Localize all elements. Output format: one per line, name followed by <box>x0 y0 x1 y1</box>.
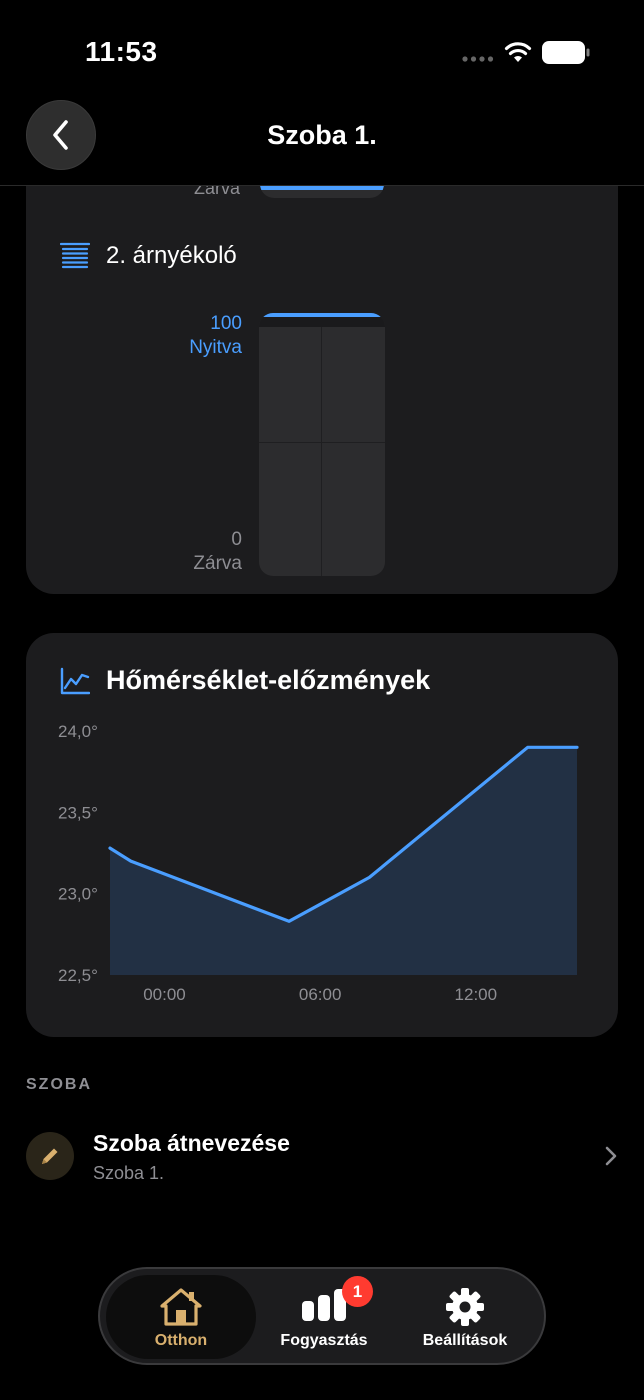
x-tick-label: 12:00 <box>455 985 498 1004</box>
pencil-icon-container <box>26 1132 74 1180</box>
tab-settings[interactable]: Beállítások <box>390 1275 540 1359</box>
temperature-chart: 24,0° 23,5° 23,0° 22,5° 00:00 06:00 12:00 <box>58 722 579 1004</box>
rename-room-row[interactable]: Szoba átnevezése Szoba 1. <box>26 1120 618 1192</box>
notification-badge: 1 <box>342 1276 373 1307</box>
page-title: Szoba 1. <box>267 120 377 150</box>
gear-icon <box>446 1288 484 1326</box>
blinds-icon <box>60 242 90 269</box>
chevron-right-icon <box>605 1146 617 1166</box>
x-tick-label: 06:00 <box>299 985 342 1004</box>
cellular-signal-icon <box>462 56 494 62</box>
y-tick-label: 23,5° <box>58 803 98 822</box>
navigation-bar: Szoba 1. <box>0 96 644 186</box>
status-bar: 11:53 <box>0 0 644 100</box>
bar-chart-icon <box>302 1289 346 1321</box>
rename-room-title: Szoba átnevezése <box>93 1130 290 1156</box>
y-tick-label: 22,5° <box>58 966 98 985</box>
shade-position-indicator[interactable] <box>259 313 385 317</box>
home-icon <box>160 1288 202 1326</box>
battery-icon <box>542 41 590 64</box>
tab-home-label: Otthon <box>154 1332 208 1349</box>
status-time: 11:53 <box>85 36 158 67</box>
shade-max-value: 100 <box>210 313 242 334</box>
shade-card: Zárva 2. árnyékoló 100 Nyitva 0 Zárva <box>26 120 618 594</box>
pencil-icon <box>42 1148 58 1164</box>
tab-consumption[interactable]: Fogyasztás <box>249 1275 399 1359</box>
series-area <box>110 747 577 975</box>
temperature-history-card: Hőmérséklet-előzmények 24,0° 23,5° 23,0° 22… <box>26 633 618 1037</box>
tab-settings-label: Beállítások <box>422 1332 508 1349</box>
shade-min-value: 0 <box>231 529 242 550</box>
tab-bar: Otthon Fogyasztás Beállítások <box>98 1267 546 1365</box>
y-tick-label: 23,0° <box>58 885 98 904</box>
x-tick-label: 00:00 <box>143 985 186 1004</box>
tab-home[interactable]: Otthon <box>106 1275 256 1359</box>
shade-title-row: 2. árnyékoló <box>60 242 237 270</box>
shade-min-text: Zárva <box>193 553 242 574</box>
shade-max-text: Nyitva <box>189 337 242 358</box>
rename-room-subtitle: Szoba 1. <box>93 1163 165 1183</box>
shade-max-label: 100 Nyitva <box>189 312 242 360</box>
shade-title: 2. árnyékoló <box>106 242 237 269</box>
shade-position-slider[interactable] <box>259 313 385 576</box>
tab-consumption-label: Fogyasztás <box>280 1332 368 1349</box>
wifi-icon <box>504 42 532 62</box>
y-tick-label: 24,0° <box>58 722 98 741</box>
section-label-room: SZOBA <box>26 1076 92 1093</box>
shade-min-label: 0 Zárva <box>193 528 242 576</box>
